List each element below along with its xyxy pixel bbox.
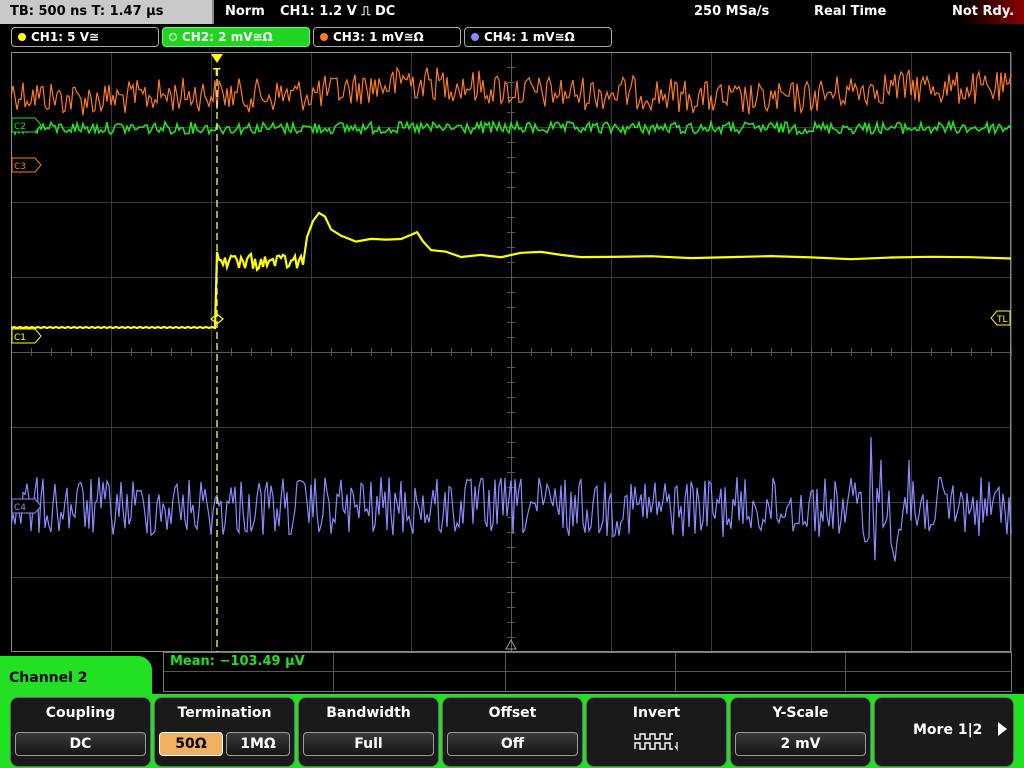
measurement-divider [675,653,676,691]
channel-3-trace [11,66,1012,116]
arrow-right-icon [998,722,1007,736]
measurement-divider [845,653,846,691]
measurement-mean: Mean: −103.49 µV [170,654,305,669]
waveform-traces: T C1 C2 C3 C4 TL [11,54,1012,652]
channel-1-ground-marker[interactable]: C1 [11,328,42,344]
acquisition-status: Not Rdy. [952,4,1015,19]
channel-1-label: CH1: 5 V≅ [31,30,100,44]
measurement-divider [164,671,1011,672]
more-label: More 1|2 [913,722,983,738]
channel-2-label: CH2: 2 mV≅Ω [182,30,273,44]
status-bar: TB: 500 ns T: 1.47 µs Norm CH1: 1.2 V ⎍ … [0,0,1024,24]
channel-4-ground-marker[interactable]: C4 [11,498,42,514]
c1-marker-label: C1 [14,333,26,343]
channel-4-label: CH4: 1 mV≅Ω [484,30,575,44]
tab-channel-4[interactable]: CH4: 1 mV≅Ω [464,27,612,47]
trigger-mode[interactable]: Norm [225,0,265,24]
invert-button[interactable]: Invert [586,697,727,767]
c3-marker-label: C3 [14,162,26,172]
tab-channel-2[interactable]: CH2: 2 mV≅Ω [162,27,310,47]
c2-marker-label: C2 [14,122,26,132]
channel-3-color-dot [320,33,328,41]
channel-4-color-dot [471,33,479,41]
termination-1mohm-option[interactable]: 1MΩ [226,732,290,756]
trigger-marker-icon[interactable]: T [211,54,223,79]
trigger-marker-label: T [213,66,221,79]
bandwidth-label: Bandwidth [326,705,411,721]
channel-3-label: CH3: 1 mV≅Ω [333,30,424,44]
tl-marker-label: TL [996,315,1008,325]
sample-rate: 250 MSa/s [694,4,770,19]
offset-button[interactable]: Offset Off [442,697,583,767]
timebase-readout[interactable]: TB: 500 ns T: 1.47 µs [0,0,214,24]
y-scale-label: Y-Scale [772,705,829,721]
acquisition-mode[interactable]: Real Time [814,0,886,24]
termination-label: Termination [177,705,272,721]
offset-label: Offset [488,705,537,721]
channel-1-color-dot [18,33,26,41]
more-button[interactable]: More 1|2 [874,697,1014,767]
menu-title: Channel 2 [0,656,152,700]
bandwidth-value[interactable]: Full [303,732,434,756]
termination-button[interactable]: Termination 50Ω 1MΩ [154,697,295,767]
termination-50ohm-option[interactable]: 50Ω [159,732,223,756]
coupling-button[interactable]: Coupling DC [10,697,151,767]
center-reference-marker [505,638,517,650]
measurement-divider [333,653,334,691]
invert-label: Invert [632,705,681,721]
tab-channel-3[interactable]: CH3: 1 mV≅Ω [313,27,461,47]
y-scale-value[interactable]: 2 mV [735,732,866,756]
offset-value[interactable]: Off [447,732,578,756]
measurement-panel[interactable]: Mean: −103.49 µV [163,652,1012,692]
channel-2-color-dot [169,33,177,41]
waveform-display[interactable]: T C1 C2 C3 C4 TL [11,52,1012,652]
c4-marker-label: C4 [14,503,26,513]
trigger-level-marker[interactable]: TL [990,310,1011,326]
inverted-square-wave-icon [634,733,678,751]
channel-1-trace [11,211,1012,330]
channel-4-trace [11,436,1012,562]
trigger-source[interactable]: CH1: 1.2 V ⎍ DC [280,0,395,24]
y-scale-button[interactable]: Y-Scale 2 mV [730,697,871,767]
tab-channel-1[interactable]: CH1: 5 V≅ [11,27,159,47]
coupling-value[interactable]: DC [15,732,146,756]
channel-2-ground-marker[interactable]: C2 [11,117,42,133]
measurement-divider [505,653,506,691]
coupling-label: Coupling [45,705,116,721]
bandwidth-button[interactable]: Bandwidth Full [298,697,439,767]
channel-2-trace [11,119,1012,137]
channel-3-ground-marker[interactable]: C3 [11,157,42,173]
